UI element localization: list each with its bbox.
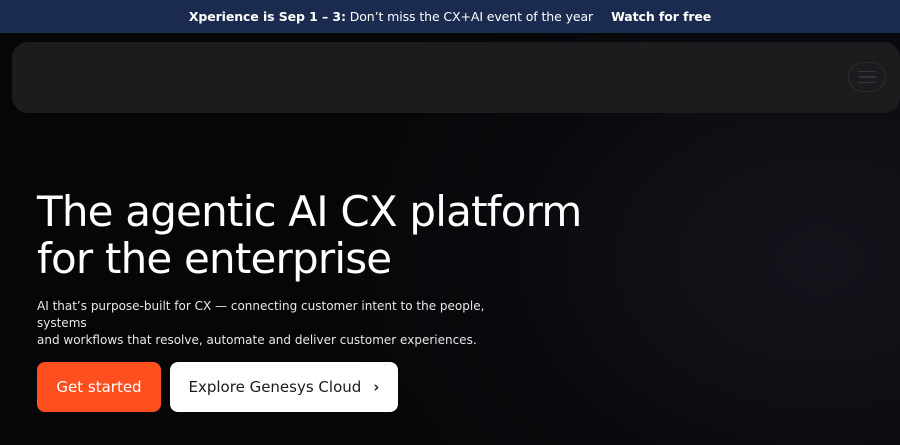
chevron-right-icon: › [373, 378, 380, 396]
page: Xperience is Sep 1 – 3: Don’t miss the C… [0, 0, 900, 445]
hero-title-line2: for the enterprise [37, 234, 392, 283]
get-started-button[interactable]: Get started [37, 362, 161, 412]
hero-title-line1: The agentic AI CX platform [37, 187, 582, 236]
hero-title: The agentic AI CX platform for the enter… [37, 188, 597, 282]
top-navigation [12, 42, 900, 113]
menu-line [858, 70, 876, 73]
menu-line [858, 76, 876, 78]
explore-label: Explore Genesys Cloud [188, 378, 362, 396]
announcement-bar: Xperience is Sep 1 – 3: Don’t miss the C… [0, 0, 900, 33]
watch-for-free-link[interactable]: Watch for free [611, 9, 711, 24]
hamburger-menu-icon[interactable] [848, 62, 886, 92]
hero-subtitle-line1: AI that’s purpose-built for CX — connect… [37, 299, 485, 330]
hero-subtitle-line2: and workflows that resolve, automate and… [37, 333, 477, 347]
menu-line [858, 81, 876, 84]
get-started-label: Get started [56, 378, 142, 396]
explore-genesys-cloud-button[interactable]: Explore Genesys Cloud › [170, 362, 398, 412]
announcement-event: Xperience is Sep 1 – 3: [188, 9, 346, 24]
hero-subtitle: AI that’s purpose-built for CX — connect… [37, 298, 517, 349]
announcement-message: Don’t miss the CX+AI event of the year [345, 9, 594, 24]
